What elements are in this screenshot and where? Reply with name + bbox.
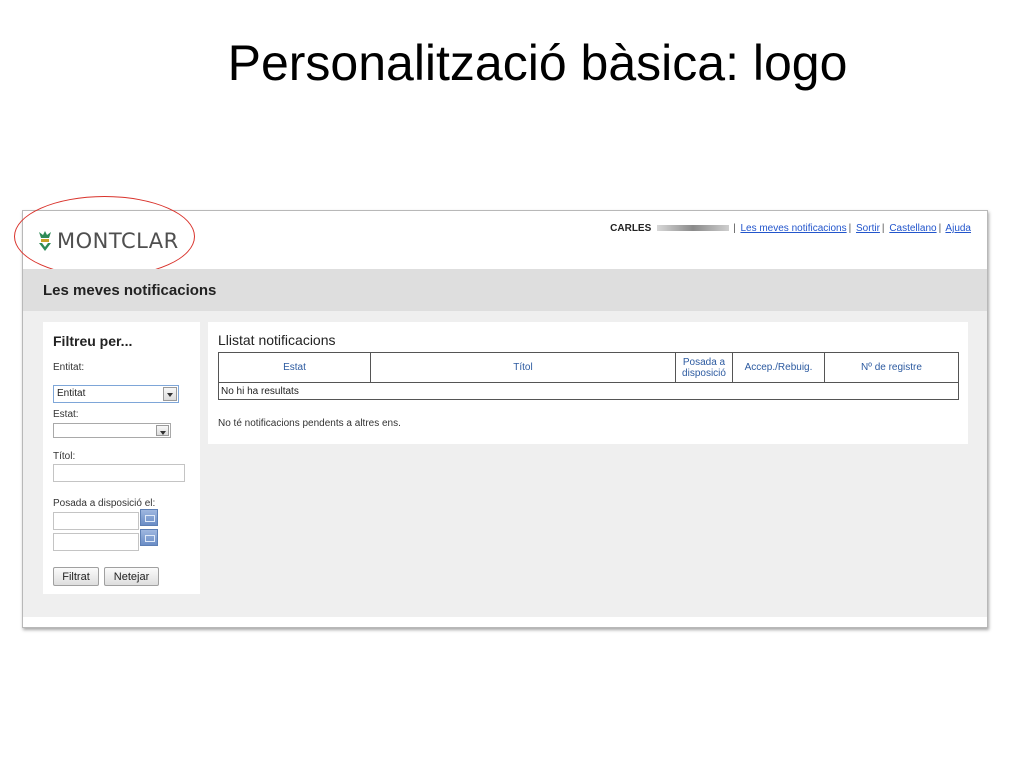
table-header-row: Estat Títol Posada a disposició Accep./R…: [218, 352, 959, 383]
empty-result-cell: No hi ha resultats: [218, 382, 959, 400]
filter-title: Filtreu per...: [53, 333, 133, 349]
user-topbar: CARLES | Les meves notificacions | Sortir…: [610, 223, 971, 234]
calendar-icon[interactable]: [140, 509, 158, 526]
entitat-select[interactable]: Entitat: [53, 385, 179, 403]
column-header-titol[interactable]: Títol: [370, 352, 676, 383]
entitat-label: Entitat:: [53, 362, 85, 373]
calendar-icon[interactable]: [140, 529, 158, 546]
table-row: No hi ha resultats: [218, 382, 959, 400]
titol-input[interactable]: [53, 464, 185, 482]
redacted-surname: [657, 224, 730, 231]
pending-note: No té notificacions pendents a altres en…: [218, 418, 401, 429]
chevron-down-icon[interactable]: [163, 387, 177, 401]
estat-label: Estat:: [53, 409, 79, 420]
date-to-input[interactable]: [53, 533, 139, 551]
list-title: Llistat notificacions: [218, 332, 336, 348]
notifications-table: Estat Títol Posada a disposició Accep./R…: [218, 352, 959, 400]
slide-title: Personalització bàsica: logo: [227, 35, 848, 91]
chevron-down-icon[interactable]: [156, 425, 169, 436]
link-logout[interactable]: Sortir: [856, 223, 880, 234]
entitat-selected-value: Entitat: [57, 388, 86, 399]
titol-label: Títol:: [53, 451, 76, 462]
logo-highlight-ring: [14, 196, 195, 277]
column-header-posada[interactable]: Posada a disposició: [675, 352, 733, 383]
column-header-registre[interactable]: Nº de registre: [824, 352, 959, 383]
notifications-panel: Llistat notificacions Estat Títol Posada…: [208, 322, 968, 444]
link-language[interactable]: Castellano: [889, 223, 936, 234]
date-from-input[interactable]: [53, 512, 139, 530]
separator: |: [881, 223, 885, 234]
separator: |: [848, 223, 852, 234]
clear-button[interactable]: Netejar: [104, 567, 159, 586]
separator: |: [938, 223, 942, 234]
page-header: Les meves notificacions: [23, 269, 987, 311]
app-screenshot: MONTCLAR CARLES | Les meves notificacion…: [14, 196, 988, 628]
posada-label: Posada a disposició el:: [53, 498, 156, 509]
column-header-acceptacio[interactable]: Accep./Rebuig.: [732, 352, 825, 383]
user-name: CARLES: [610, 223, 652, 234]
filter-panel: Filtreu per... Entitat: Entitat Estat: T…: [43, 322, 200, 594]
link-help[interactable]: Ajuda: [945, 223, 971, 234]
separator: |: [733, 223, 736, 234]
content-area: Les meves notificacions Filtreu per... E…: [23, 269, 987, 617]
column-header-estat[interactable]: Estat: [218, 352, 371, 383]
estat-select[interactable]: [53, 423, 171, 438]
page-title: Les meves notificacions: [43, 282, 217, 299]
link-my-notifications[interactable]: Les meves notificacions: [740, 223, 846, 234]
filter-button[interactable]: Filtrat: [53, 567, 99, 586]
